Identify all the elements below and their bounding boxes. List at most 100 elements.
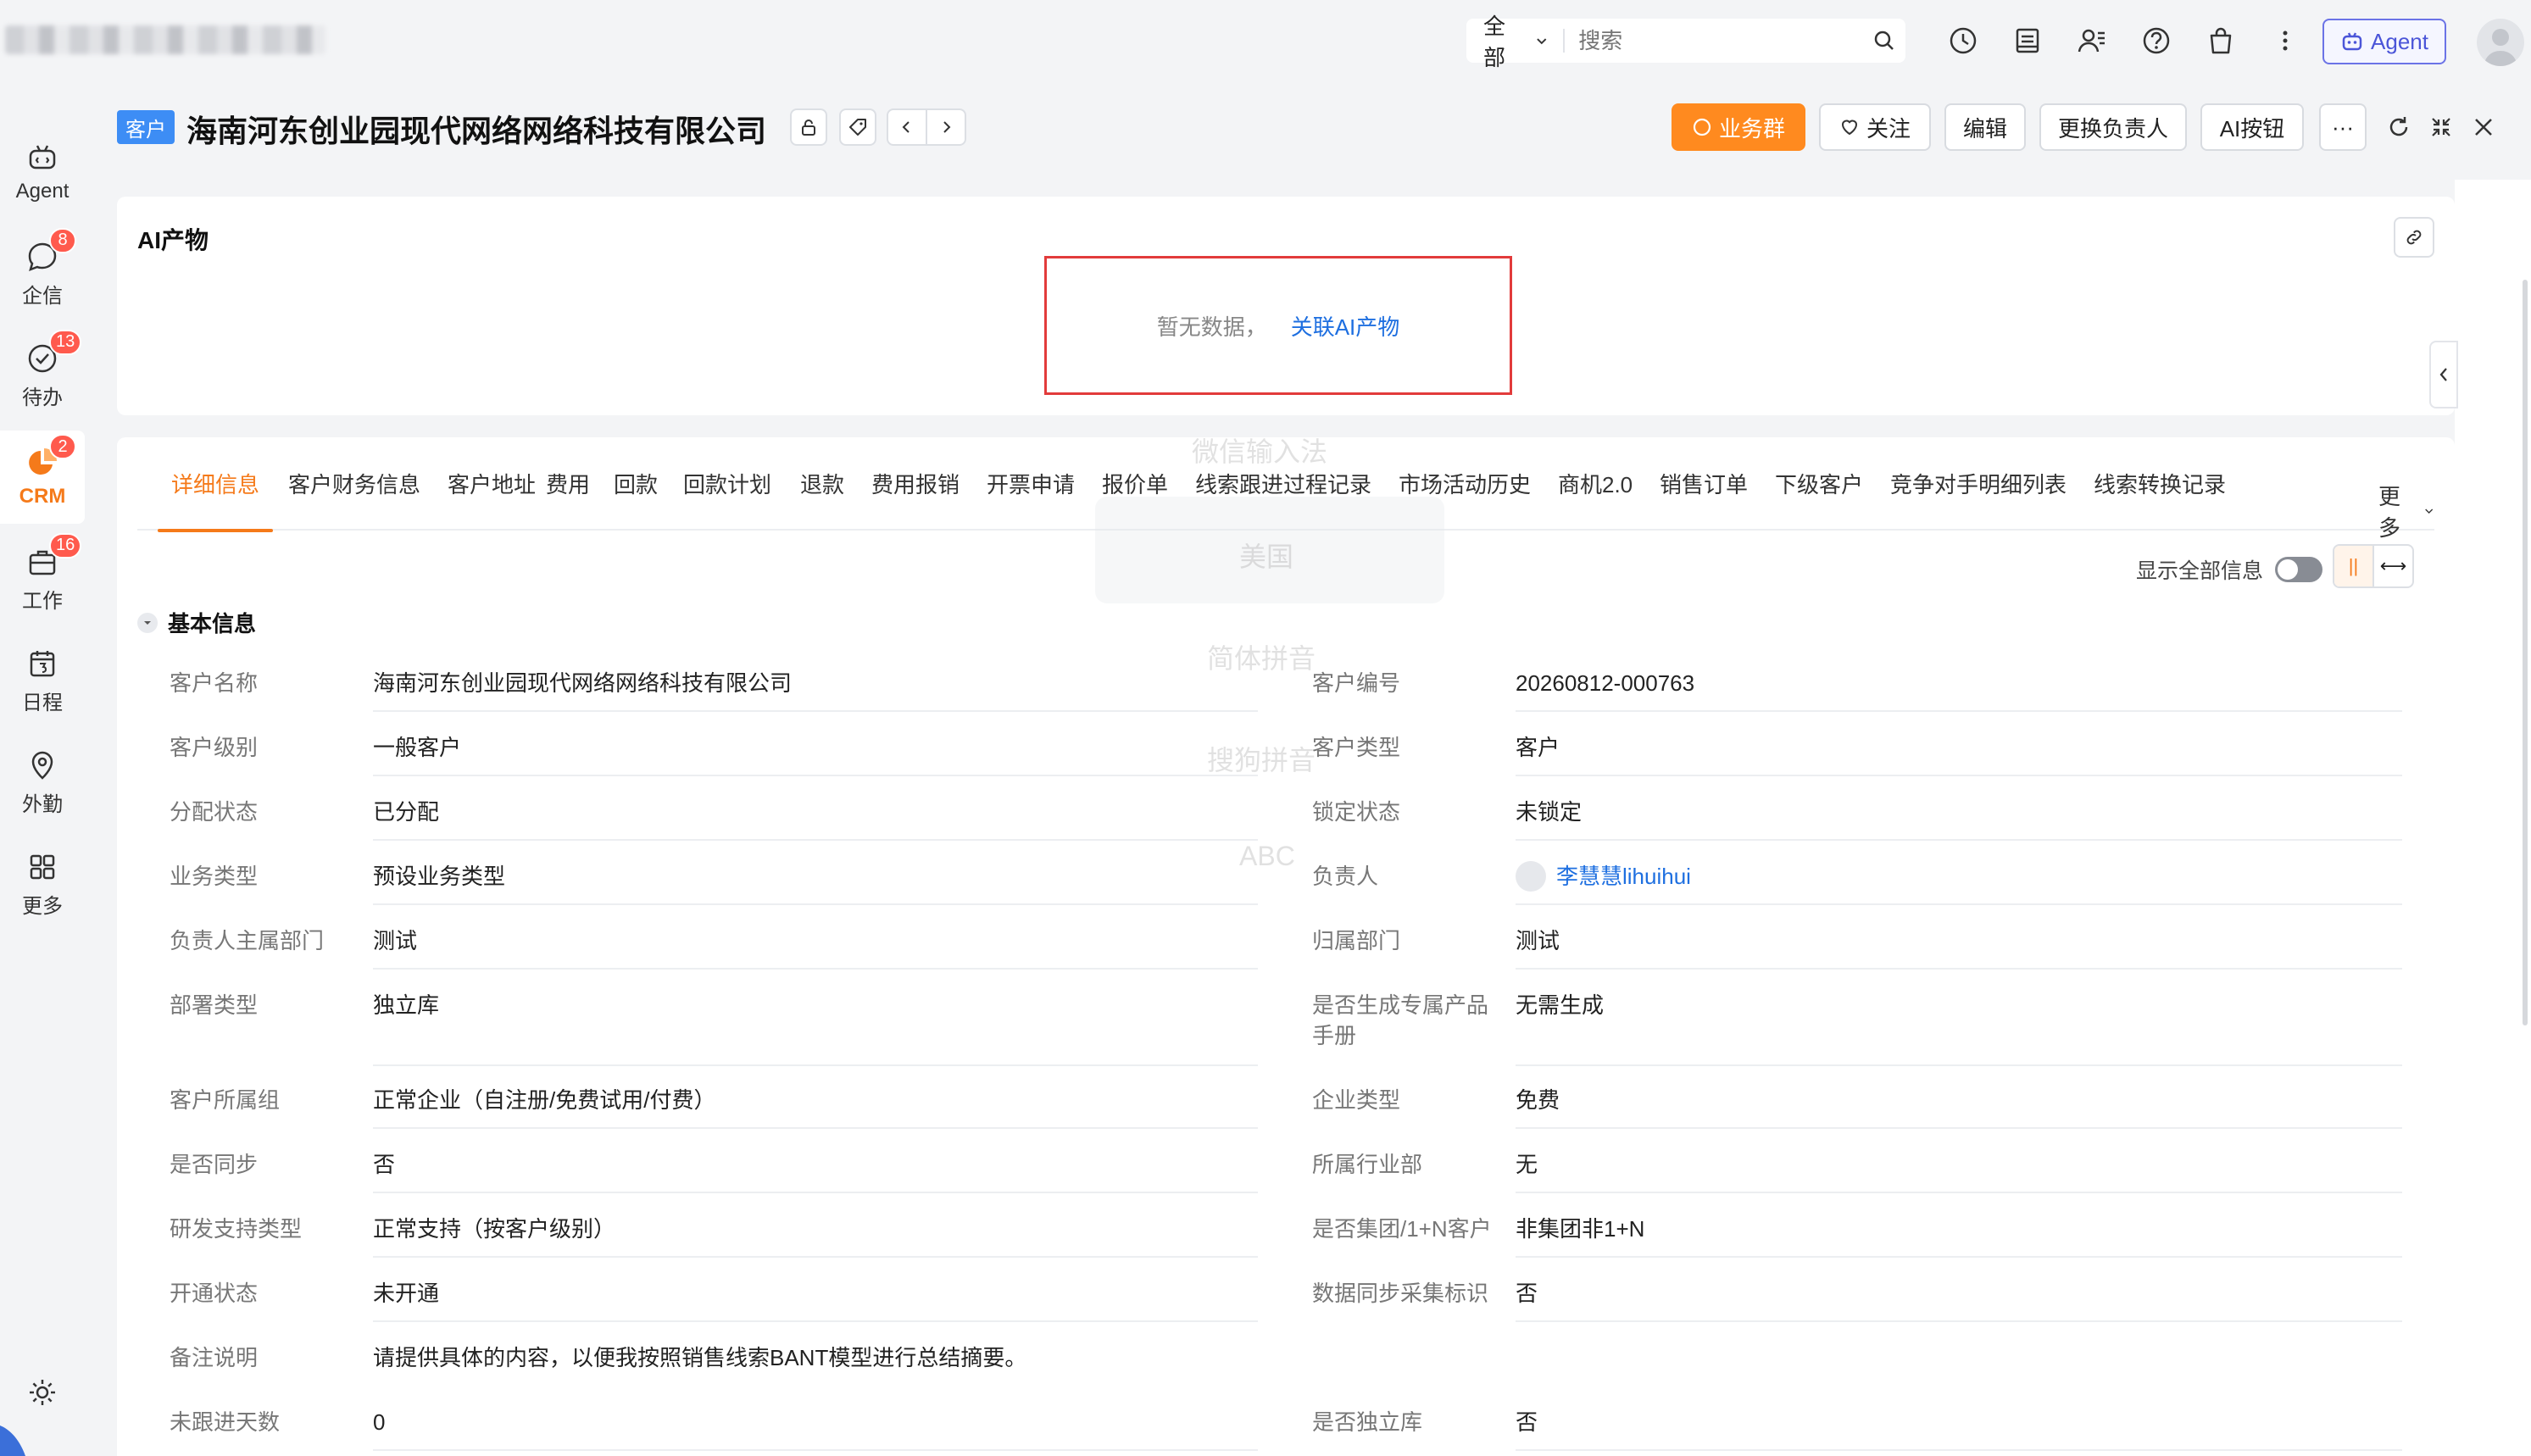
layout-switch: || ⟷: [2333, 544, 2414, 588]
tab-address[interactable]: 客户地址: [448, 468, 536, 531]
search-input[interactable]: [1565, 27, 1863, 54]
chevron-down-icon: [2424, 508, 2433, 514]
divider: [1516, 903, 2402, 905]
divider: [1516, 710, 2402, 712]
settings-button[interactable]: [0, 1370, 85, 1420]
follow-button[interactable]: 关注: [1819, 103, 1931, 151]
scrollbar[interactable]: [2523, 280, 2528, 1025]
field-value: 无需生成: [1516, 992, 1605, 1018]
more-actions-button[interactable]: ···: [2319, 103, 2367, 151]
record-header: 客户 海南河东创业园现代网络网络科技有限公司 业务群 关注 编辑 更换负责人 A…: [117, 103, 2507, 151]
agent-button-label: Agent: [2371, 28, 2428, 54]
show-all-label: 显示全部信息: [2136, 559, 2264, 583]
divider: [1516, 1127, 2402, 1129]
field-value: 否: [373, 1152, 396, 1177]
divider: [1516, 1449, 2402, 1451]
history-icon[interactable]: [1946, 24, 1980, 58]
refresh-icon[interactable]: [2382, 110, 2416, 144]
two-column-layout-button[interactable]: ||: [2334, 546, 2374, 586]
divider: [373, 775, 1258, 776]
next-record-button[interactable]: [927, 110, 965, 144]
search-scope-select[interactable]: 全部: [1466, 14, 1566, 70]
more-vertical-icon[interactable]: [2268, 24, 2302, 58]
field-label: 客户级别: [170, 735, 259, 760]
lock-button[interactable]: [790, 108, 827, 146]
edit-button[interactable]: 编辑: [1944, 103, 2026, 151]
sidebar-item-schedule[interactable]: 日程: [0, 634, 85, 727]
ime-option: 搜狗拼音: [1207, 745, 1316, 775]
help-icon[interactable]: [2139, 24, 2173, 58]
tab-refund[interactable]: 退款: [800, 468, 844, 531]
tab-opportunity[interactable]: 商机2.0: [1558, 468, 1633, 531]
tab-competitor-list[interactable]: 竞争对手明细列表: [1890, 468, 2067, 531]
field-value: 免费: [1516, 1087, 1560, 1113]
sidebar-item-crm[interactable]: 2 CRM: [0, 431, 85, 524]
location-pin-icon: [25, 748, 59, 782]
field-value: 正常企业（自注册/免费试用/付费）: [373, 1087, 716, 1113]
sidebar-item-work[interactable]: 16 工作: [0, 532, 85, 625]
sidebar-item-more[interactable]: 更多: [0, 837, 85, 931]
right-panel: [2455, 180, 2531, 1456]
sidebar-item-field-work[interactable]: 外勤: [0, 736, 85, 829]
close-icon[interactable]: [2467, 110, 2500, 144]
contacts-icon[interactable]: [2075, 24, 2109, 58]
panel-toggle-button[interactable]: [2429, 341, 2458, 408]
owner-name-link[interactable]: 李慧慧lihuihui: [1556, 861, 1691, 892]
divider: [1516, 775, 2402, 776]
shopping-bag-icon[interactable]: [2204, 24, 2238, 58]
field-label: 是否同步: [170, 1152, 259, 1177]
divider: [373, 839, 1258, 841]
change-owner-button[interactable]: 更换负责人: [2039, 103, 2187, 151]
tab-payment[interactable]: 回款: [614, 468, 658, 531]
grid-icon: [25, 850, 59, 884]
robot-icon: [25, 141, 59, 175]
ai-action-button[interactable]: AI按钮: [2200, 103, 2304, 151]
tab-invoice-request[interactable]: 开票申请: [987, 468, 1075, 531]
link-ai-product-button[interactable]: [2394, 217, 2434, 258]
divider: [1516, 1064, 2402, 1066]
field-value: 测试: [1516, 928, 1560, 953]
sidebar-item-messages[interactable]: 8 企信: [0, 227, 85, 320]
tag-button[interactable]: [839, 108, 876, 146]
tab-expense[interactable]: 费用: [546, 468, 590, 531]
divider: [373, 903, 1258, 905]
field-label: 分配状态: [170, 799, 259, 825]
field-label: 负责人主属部门: [170, 928, 325, 953]
search-button[interactable]: [1862, 19, 1905, 63]
show-all-toggle[interactable]: [2275, 557, 2323, 582]
tab-sub-customer[interactable]: 下级客户: [1775, 468, 1863, 531]
agent-button[interactable]: Agent: [2322, 19, 2446, 64]
link-ai-product-link[interactable]: 关联AI产物: [1291, 310, 1400, 342]
tab-payment-plan[interactable]: 回款计划: [683, 468, 771, 531]
field-value: 请提供具体的内容，以便我按照销售线索BANT模型进行总结摘要。: [373, 1345, 1027, 1370]
divider: [1516, 1256, 2402, 1258]
calendar-icon: [25, 647, 59, 681]
full-width-layout-button[interactable]: ⟷: [2374, 546, 2412, 586]
field-label: 锁定状态: [1312, 799, 1401, 825]
assistant-mascot-icon[interactable]: [0, 1417, 34, 1456]
collapse-window-icon[interactable]: [2424, 110, 2458, 144]
field-label: 未跟进天数: [170, 1409, 281, 1435]
section-basic-info[interactable]: 基本信息: [137, 607, 256, 638]
user-avatar[interactable]: [2477, 19, 2524, 66]
tab-detail-info[interactable]: 详细信息: [157, 468, 274, 532]
sidebar-item-label: 日程: [22, 691, 63, 714]
tab-finance-info[interactable]: 客户财务信息: [288, 468, 420, 531]
field-value: 未开通: [373, 1281, 440, 1306]
gear-icon: [25, 1375, 59, 1409]
tab-reimbursement[interactable]: 费用报销: [871, 468, 960, 531]
business-group-button[interactable]: 业务群: [1672, 103, 1805, 151]
previous-record-button[interactable]: [888, 110, 927, 144]
sidebar-item-todo[interactable]: 13 待办: [0, 329, 85, 422]
ime-option: 美国: [1239, 542, 1294, 572]
divider: [373, 710, 1258, 712]
ime-option: 微信输入法: [1192, 436, 1328, 467]
owner-field-value[interactable]: 李慧慧lihuihui: [1516, 861, 1691, 892]
sidebar-item-agent[interactable]: Agent: [0, 125, 85, 219]
tab-more[interactable]: 更多: [2378, 480, 2434, 542]
tab-sales-order[interactable]: 销售订单: [1660, 468, 1748, 531]
tab-lead-conversion[interactable]: 线索转换记录: [2094, 468, 2226, 531]
global-search: 全部: [1466, 14, 1905, 70]
unread-badge: 13: [49, 329, 82, 355]
notes-icon[interactable]: [2011, 24, 2044, 58]
